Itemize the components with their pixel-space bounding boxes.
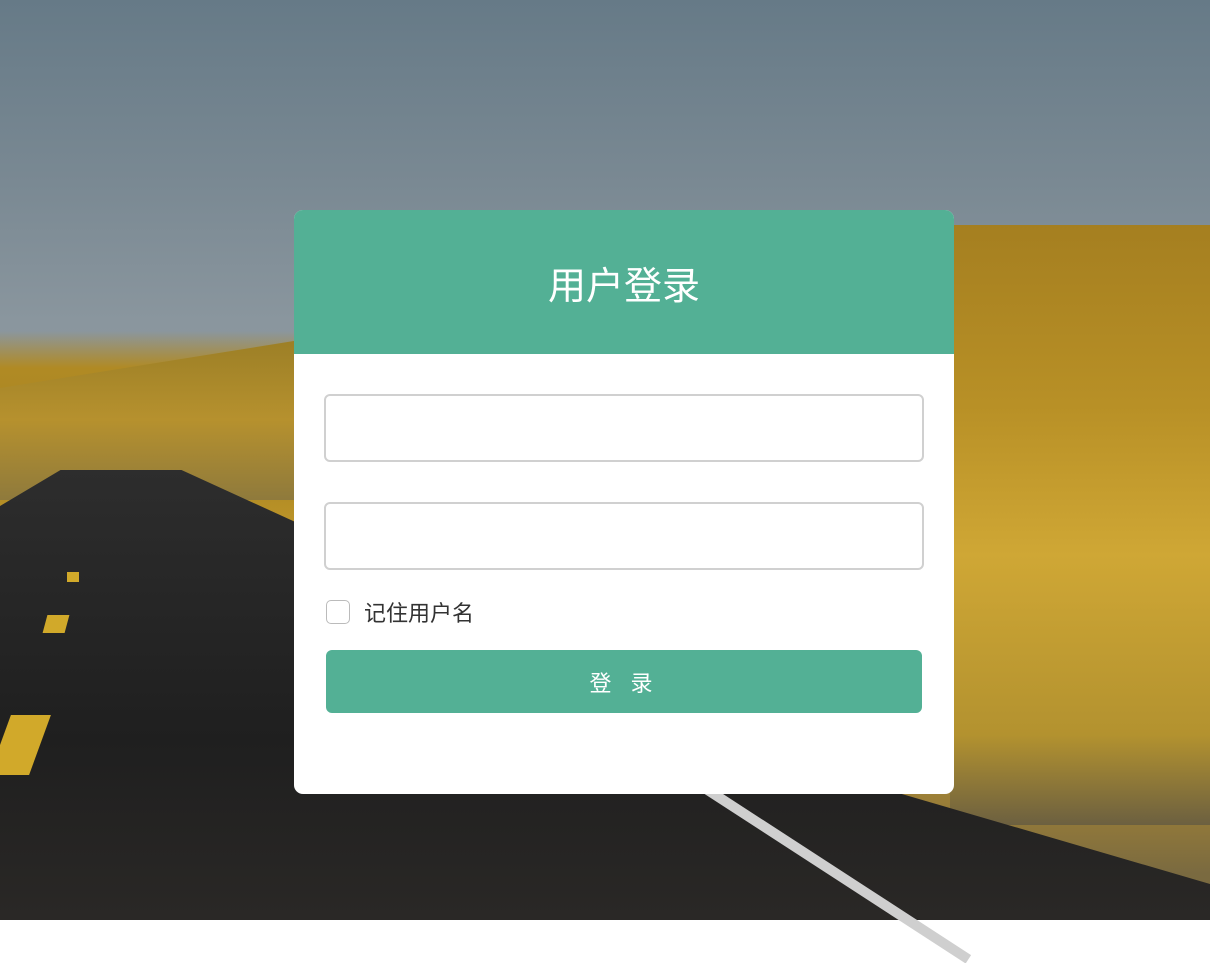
remember-label: 记住用户名 — [364, 602, 475, 627]
remember-username[interactable]: 记住用户名 — [326, 596, 474, 628]
login-button[interactable]: 登 录 — [326, 650, 922, 713]
password-input[interactable] — [324, 502, 924, 570]
remember-checkbox[interactable] — [326, 600, 350, 624]
login-header: 用户登录 — [294, 210, 954, 354]
background-hill-right — [950, 225, 1210, 825]
login-title: 用户登录 — [547, 263, 700, 308]
login-card: 用户登录 记住用户名 登 录 — [294, 210, 954, 794]
road-marking — [67, 572, 79, 582]
username-input[interactable] — [324, 394, 924, 462]
